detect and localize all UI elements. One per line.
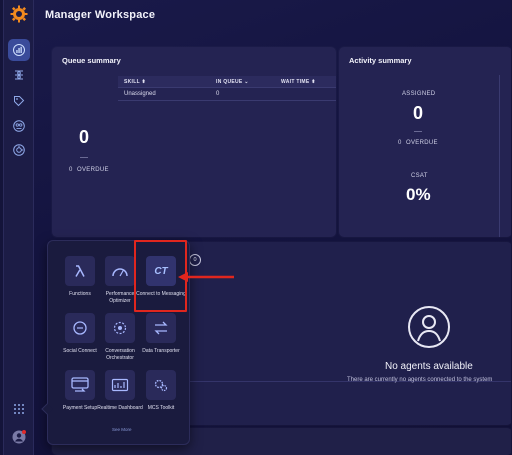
- agents-count-badge: 0: [189, 254, 201, 266]
- brain-icon[interactable]: [105, 313, 135, 343]
- user-avatar-icon[interactable]: [11, 429, 27, 445]
- payment-arrow-icon[interactable]: [65, 370, 95, 400]
- no-agents-subtitle: There are currently no agents connected …: [347, 377, 493, 383]
- divider: [414, 131, 422, 132]
- activity-overdue-count: 0: [398, 140, 402, 146]
- top-bar: Manager Workspace: [34, 0, 511, 30]
- transfer-arrows-icon[interactable]: [146, 313, 176, 343]
- table-row[interactable]: Unassigned 0: [118, 88, 336, 101]
- app-label-data-transporter[interactable]: Data Transporter: [136, 348, 186, 355]
- tag-icon[interactable]: [11, 93, 27, 109]
- ct-logo-icon[interactable]: CT: [146, 256, 176, 286]
- queue-count: 0: [79, 127, 90, 147]
- queue-circle-icon[interactable]: [11, 142, 27, 158]
- app-label-connect-to-messaging[interactable]: Connect to Messaging: [136, 291, 186, 298]
- gears-icon[interactable]: [146, 370, 176, 400]
- cell-in-queue: 0: [216, 91, 220, 97]
- cell-skill: Unassigned: [124, 91, 156, 97]
- app-label-mcs-toolkit[interactable]: MCS Toolkit: [136, 405, 186, 412]
- chat-bubble-icon[interactable]: [65, 313, 95, 343]
- csat-value: 0%: [406, 185, 431, 204]
- queue-overdue-label: OVERDUE: [77, 167, 109, 173]
- divider: [80, 157, 88, 158]
- people-flow-icon[interactable]: [11, 67, 27, 83]
- popover-pointer: [41, 403, 53, 415]
- app-launcher-menu: Functions Performance Optimizer CT Conne…: [41, 240, 190, 445]
- app-grid-icon[interactable]: [11, 401, 27, 417]
- column-header-wait-time[interactable]: WAIT TIME ⬍: [281, 79, 336, 85]
- annotation-arrow-icon: [176, 270, 236, 288]
- activity-summary-panel: Activity summary ASSIGNED 0 0 OVERDUE CS…: [339, 47, 511, 237]
- brand-logo-icon[interactable]: [10, 5, 28, 23]
- column-header-in-queue[interactable]: IN QUEUE ⌄: [216, 79, 281, 85]
- column-header-skill[interactable]: SKILL ⬍: [118, 79, 216, 85]
- table-header: SKILL ⬍ IN QUEUE ⌄ WAIT TIME ⬍: [118, 76, 336, 88]
- dashboard-icon[interactable]: [105, 370, 135, 400]
- gauge-icon[interactable]: [105, 256, 135, 286]
- queue-summary-panel: Queue summary 0 0 OVERDUE SKILL ⬍ IN QUE…: [52, 47, 336, 237]
- assigned-label: ASSIGNED: [402, 91, 436, 97]
- queue-overdue-count: 0: [69, 167, 73, 173]
- queue-summary-title: Queue summary: [62, 56, 121, 65]
- agent-placeholder-icon: [408, 306, 450, 348]
- lambda-icon[interactable]: [65, 256, 95, 286]
- page-title: Manager Workspace: [45, 9, 156, 21]
- activity-overdue-label: OVERDUE: [406, 140, 438, 146]
- see-more-link[interactable]: See More: [112, 427, 132, 432]
- activity-summary-title: Activity summary: [349, 56, 412, 65]
- no-agents-title: No agents available: [385, 361, 473, 372]
- divider: [499, 75, 500, 237]
- app-window: Manager Workspace Queue summary 0 0 OVER…: [3, 0, 511, 455]
- nav-rail: [4, 0, 34, 455]
- agent-circle-icon[interactable]: [11, 118, 27, 134]
- queue-table: SKILL ⬍ IN QUEUE ⌄ WAIT TIME ⬍ Unassigne…: [118, 76, 336, 101]
- assigned-count: 0: [413, 103, 424, 123]
- bar-chart-icon[interactable]: [8, 39, 30, 61]
- csat-label: CSAT: [411, 173, 428, 179]
